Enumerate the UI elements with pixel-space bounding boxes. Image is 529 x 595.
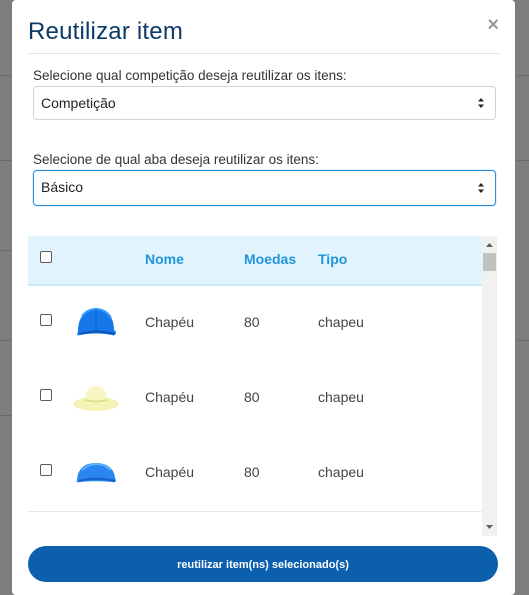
- row-type: chapeu: [318, 389, 364, 405]
- scroll-down-arrow-icon[interactable]: [482, 520, 497, 534]
- tab-label: Selecione de qual aba deseja reutilizar …: [33, 152, 319, 167]
- blue-cap-icon: [77, 307, 116, 336]
- select-arrows-icon: [478, 98, 484, 108]
- row-name: Chapéu: [145, 314, 195, 330]
- row-name: Chapéu: [145, 464, 195, 480]
- competition-select[interactable]: Competição: [33, 86, 496, 120]
- row-coins: 80: [244, 314, 260, 330]
- row-checkbox[interactable]: [40, 314, 52, 326]
- competition-select-value: Competição: [41, 95, 116, 111]
- yellow-sunhat-icon: [73, 386, 119, 411]
- reuse-item-modal: Reutilizar item × Selecione qual competi…: [12, 0, 515, 595]
- select-arrows-icon: [478, 183, 484, 193]
- modal-header: Reutilizar item ×: [28, 0, 499, 54]
- modal-title: Reutilizar item: [28, 18, 184, 45]
- table-header: Nome Moedas Tipo: [28, 236, 482, 286]
- row-name: Chapéu: [145, 389, 195, 405]
- tab-select-value: Básico: [41, 179, 84, 195]
- blue-cap-icon: [76, 462, 116, 483]
- row-type: chapeu: [318, 464, 364, 480]
- scrollbar-thumb[interactable]: [483, 253, 496, 271]
- table-row: Chapéu 80 chapeu: [28, 436, 482, 512]
- scroll-up-arrow-icon[interactable]: [482, 238, 497, 252]
- row-coins: 80: [244, 464, 260, 480]
- row-type: chapeu: [318, 314, 364, 330]
- tab-select[interactable]: Básico: [33, 170, 496, 206]
- table-row: Chapéu 80 chapeu: [28, 361, 482, 437]
- reuse-selected-items-button[interactable]: reutilizar item(ns) selecionado(s): [28, 546, 498, 582]
- column-header-name: Nome: [145, 251, 184, 267]
- column-header-type: Tipo: [318, 251, 348, 267]
- row-checkbox[interactable]: [40, 464, 52, 476]
- row-checkbox[interactable]: [40, 389, 52, 401]
- items-table: Nome Moedas Tipo Chapéu 80 chapeu Chapéu…: [28, 236, 498, 536]
- competition-label: Selecione qual competição deseja reutili…: [33, 68, 347, 83]
- table-row: Chapéu 80 chapeu: [28, 286, 482, 362]
- select-all-checkbox[interactable]: [40, 251, 52, 263]
- row-coins: 80: [244, 389, 260, 405]
- column-header-coins: Moedas: [244, 251, 297, 267]
- close-button[interactable]: ×: [487, 14, 499, 36]
- table-scrollbar[interactable]: [482, 236, 497, 536]
